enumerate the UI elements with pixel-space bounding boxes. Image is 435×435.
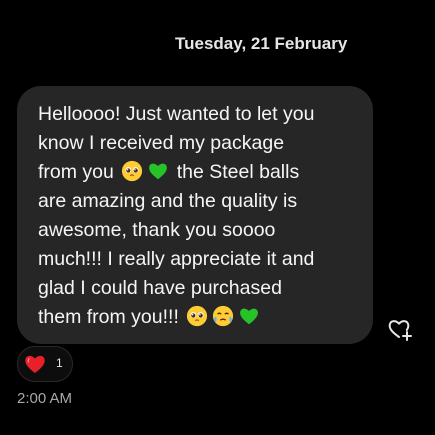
pleading-face-emoji	[122, 160, 143, 182]
message-line: glad I could have purchased	[38, 277, 282, 299]
message-line: are amazing and the quality is	[38, 190, 298, 212]
message-line-text: from you	[38, 161, 114, 183]
message-line-with-emojis: them from you!!!	[38, 303, 365, 332]
message-bubble[interactable]: Helloooo! Just wanted to let you know I …	[17, 86, 373, 344]
message-text: Helloooo! Just wanted to let you know I …	[38, 100, 365, 332]
green-heart-emoji	[240, 308, 259, 325]
message-line: know I received my package	[38, 132, 285, 154]
date-header: Tuesday, 21 February	[175, 34, 348, 53]
message-line-with-emojis: from you the Steel balls	[38, 158, 365, 187]
green-heart-emoji	[149, 163, 168, 180]
message-line-text: them from you!!!	[38, 306, 179, 328]
red-heart-emoji	[25, 355, 45, 373]
pleading-face-emoji	[187, 305, 208, 327]
message-timestamp: 2:00 AM	[17, 390, 73, 407]
message-line-text: the Steel balls	[176, 161, 300, 183]
reaction-badge[interactable]: 1	[17, 346, 73, 382]
message-line: awesome, thank you soooo	[38, 219, 276, 241]
face-holding-back-tears-emoji	[213, 305, 234, 327]
add-reaction-icon[interactable]	[386, 314, 414, 342]
message-line: Helloooo! Just wanted to let you	[38, 103, 315, 125]
message-line: much!!! I really appreciate it and	[38, 248, 315, 270]
reaction-count: 1	[56, 356, 63, 370]
